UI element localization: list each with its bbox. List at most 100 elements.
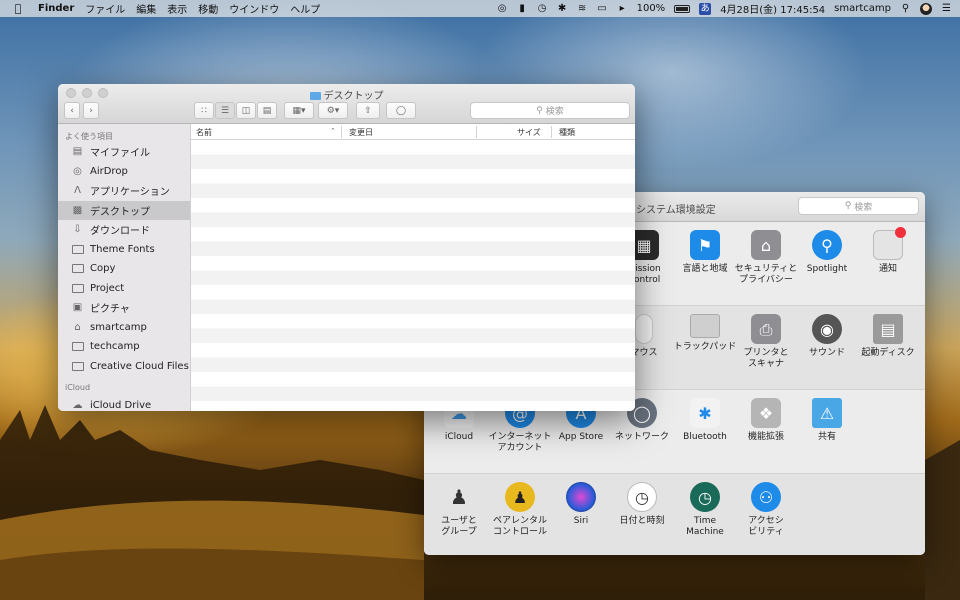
finder-sidebar: よく使う項目 ▤ マイファイル ◎ AirDrop Λ アプリケーション ▩ デスクトッ… xyxy=(58,124,191,411)
pref-language-region[interactable]: ⚑ 言語と地域 xyxy=(673,230,737,275)
group-button[interactable]: ▦▾ xyxy=(284,102,314,119)
tag-icon: ◯ xyxy=(395,105,407,116)
pref-spotlight[interactable]: ⚲ Spotlight xyxy=(795,230,859,275)
back-button[interactable]: ‹ xyxy=(64,102,80,119)
finder-search-input[interactable]: ⚲ 検索 xyxy=(470,102,630,119)
sidebar-item-copy[interactable]: Copy xyxy=(58,259,190,279)
pref-notifications[interactable]: 通知 xyxy=(856,227,920,275)
finder-window: デスクトップ ‹ › ∷ ☰ ◫ ▤ ▦▾ ⚙▾ ⇧ ◯ ⚲ 検索 よく使う項目… xyxy=(58,84,635,411)
share-button[interactable]: ⇧ xyxy=(356,102,380,119)
sidebar-item-label: ダウンロード xyxy=(90,226,150,238)
bluetooth-icon[interactable]: ✱ xyxy=(557,3,568,14)
column-size[interactable]: サイズ xyxy=(517,127,541,138)
finder-titlebar[interactable]: デスクトップ ‹ › ∷ ☰ ◫ ▤ ▦▾ ⚙▾ ⇧ ◯ ⚲ 検索 xyxy=(58,84,635,124)
pref-label: プリンタと スキャナ xyxy=(743,348,789,369)
pref-extensions[interactable]: ❖ 機能拡張 xyxy=(734,398,798,443)
tags-button[interactable]: ◯ xyxy=(386,102,416,119)
volume-icon[interactable]: ▸ xyxy=(617,3,628,14)
wifi-icon[interactable]: ≋ xyxy=(577,3,588,14)
column-header: 名前 ⌃ 変更日 サイズ 種類 xyxy=(191,124,635,140)
menu-bar:  Finder ファイル 編集 表示 移動 ウインドウ ヘルプ ◎ ▮ ◷ ✱… xyxy=(0,0,960,17)
pref-label: 通知 xyxy=(878,264,897,274)
column-name[interactable]: 名前 xyxy=(196,127,212,138)
sidebar-item-applications[interactable]: Λ アプリケーション xyxy=(58,181,190,201)
parental-controls-icon: ♟ xyxy=(505,482,535,512)
siri-icon xyxy=(566,482,596,512)
magnifier-icon: ⚲ xyxy=(812,230,842,260)
action-button[interactable]: ⚙▾ xyxy=(318,102,348,119)
pref-parental-controls[interactable]: ♟ ペアレンタル コントロール xyxy=(488,482,552,538)
sidebar-item-label: AirDrop xyxy=(90,165,128,177)
pref-sound[interactable]: ◉ サウンド xyxy=(795,314,859,359)
notification-center-icon[interactable]: ☰ xyxy=(941,3,952,14)
sidebar-item-techcamp[interactable]: techcamp xyxy=(58,337,190,357)
sidebar-item-label: Project xyxy=(90,282,125,294)
trackpad-icon xyxy=(690,314,720,338)
sidebar-item-label: Copy xyxy=(90,263,116,275)
pref-sharing[interactable]: ⚠ 共有 xyxy=(795,398,859,443)
pref-startup-disk[interactable]: ▤ 起動ディスク xyxy=(856,314,920,359)
syspref-search-input[interactable]: ⚲ 検索 xyxy=(798,197,919,215)
pref-date-time[interactable]: ◷ 日付と時刻 xyxy=(610,482,674,527)
view-icons-button[interactable]: ∷ xyxy=(194,102,214,119)
menu-help[interactable]: ヘルプ xyxy=(290,1,320,16)
menu-edit[interactable]: 編集 xyxy=(136,1,156,16)
time-machine-icon: ◷ xyxy=(690,482,720,512)
clock[interactable]: 4月28日(金) 17:45:54 xyxy=(720,1,825,16)
sidebar-item-desktop[interactable]: ▩ デスクトップ xyxy=(58,200,190,220)
pictures-icon: ▣ xyxy=(72,302,83,314)
sidebar-item-airdrop[interactable]: ◎ AirDrop xyxy=(58,162,190,182)
view-gallery-button[interactable]: ▤ xyxy=(257,102,277,119)
gallery-icon: ▤ xyxy=(262,105,272,116)
pref-bluetooth[interactable]: ✱ Bluetooth xyxy=(673,398,737,443)
pref-printers-scanners[interactable]: ⎙ プリンタと スキャナ xyxy=(734,314,798,370)
share-icon: ⇧ xyxy=(364,105,372,116)
menu-view[interactable]: 表示 xyxy=(167,1,187,16)
spotlight-search-icon[interactable]: ⚲ xyxy=(900,3,911,14)
list-icon: ☰ xyxy=(220,105,230,116)
sidebar-item-home[interactable]: ⌂ smartcamp xyxy=(58,318,190,338)
chevron-right-icon: › xyxy=(89,105,93,116)
input-source-icon[interactable]: あ xyxy=(699,2,712,15)
pref-label: 日付と時刻 xyxy=(619,516,665,526)
sidebar-item-icloud-drive[interactable]: ☁ iCloud Drive xyxy=(58,396,190,411)
menu-app-finder[interactable]: Finder xyxy=(38,3,74,14)
pref-trackpad[interactable]: トラックパッド xyxy=(673,314,737,353)
pref-security-privacy[interactable]: ⌂ セキュリティと プライバシー xyxy=(734,230,798,286)
apple-menu-icon[interactable]:  xyxy=(8,2,28,15)
column-kind[interactable]: 種類 xyxy=(559,127,575,138)
time-machine-icon[interactable]: ◷ xyxy=(537,3,548,14)
sidebar-item-all-files[interactable]: ▤ マイファイル xyxy=(58,142,190,162)
menu-window[interactable]: ウインドウ xyxy=(229,1,279,16)
shared-folder-icon: ⚠ xyxy=(812,398,842,428)
pref-accessibility[interactable]: ⚇ アクセシ ビリティ xyxy=(734,482,798,538)
pref-siri[interactable]: Siri xyxy=(549,482,613,527)
user-name[interactable]: smartcamp xyxy=(834,3,891,14)
sidebar-item-pictures[interactable]: ▣ ピクチャ xyxy=(58,298,190,318)
pref-label: サウンド xyxy=(808,348,845,358)
folder-icon xyxy=(309,92,321,100)
view-list-button[interactable]: ☰ xyxy=(215,102,235,119)
pref-time-machine[interactable]: ◷ Time Machine xyxy=(673,482,737,538)
view-columns-button[interactable]: ◫ xyxy=(236,102,256,119)
pref-label: App Store xyxy=(558,432,604,442)
airplay-icon[interactable]: ▭ xyxy=(597,3,608,14)
pref-users-groups[interactable]: ♟ ユーザと グループ xyxy=(427,482,491,538)
column-modified[interactable]: 変更日 xyxy=(349,127,373,138)
empty-rows[interactable] xyxy=(191,140,635,411)
sidebar-item-creative-cloud[interactable]: Creative Cloud Files xyxy=(58,357,190,377)
syspref-title: システム環境設定 xyxy=(636,205,716,216)
gear-icon: ⚙▾ xyxy=(326,105,340,116)
sidebar-item-theme-fonts[interactable]: Theme Fonts xyxy=(58,240,190,260)
sidebar-item-project[interactable]: Project xyxy=(58,279,190,299)
battery-icon[interactable] xyxy=(674,4,691,13)
sidebar-item-downloads[interactable]: ⇩ ダウンロード xyxy=(58,220,190,240)
evernote-icon[interactable]: ▮ xyxy=(517,3,528,14)
menu-go[interactable]: 移動 xyxy=(198,1,218,16)
siri-avatar-icon[interactable] xyxy=(920,2,932,15)
menu-file[interactable]: ファイル xyxy=(85,1,125,16)
creative-cloud-icon[interactable]: ◎ xyxy=(497,3,508,14)
applications-icon: Λ xyxy=(74,185,81,197)
forward-button[interactable]: › xyxy=(83,102,99,119)
file-list: 名前 ⌃ 変更日 サイズ 種類 xyxy=(191,124,635,411)
